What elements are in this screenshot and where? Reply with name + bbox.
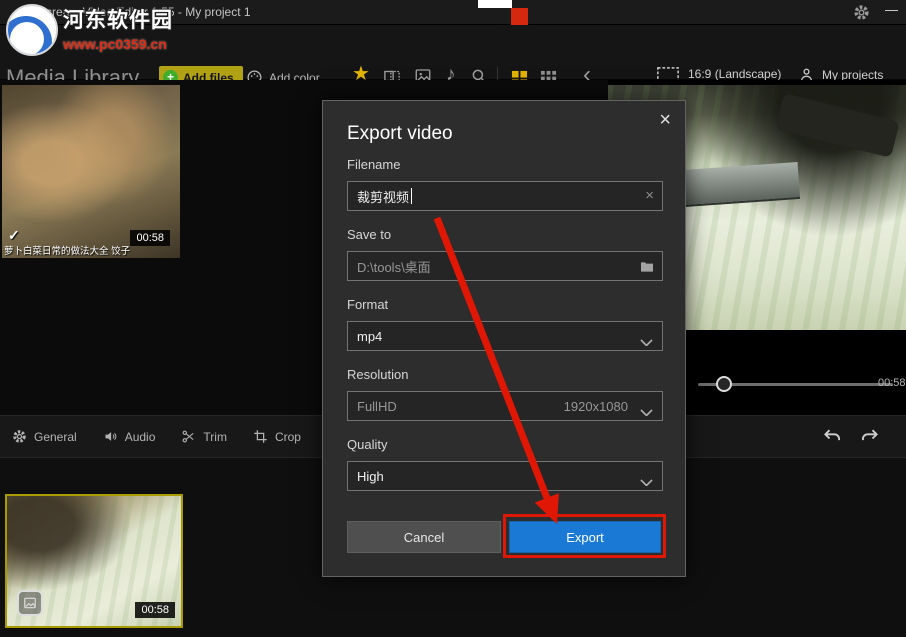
redo-icon[interactable] [860, 426, 880, 446]
timeline-video-clip[interactable]: 00:58 [5, 494, 183, 628]
white-marker [478, 0, 512, 8]
chevron-down-icon [640, 334, 653, 342]
aspect-ratio-label: 16:9 (Landscape) [688, 67, 781, 81]
minimize-button[interactable]: — [885, 2, 898, 17]
audio-tool-label: Audio [125, 430, 156, 444]
format-select[interactable]: mp4 [347, 321, 663, 351]
playback-total-time: 00:58 [878, 377, 906, 389]
resolution-label: Resolution [347, 367, 408, 382]
scissors-icon [181, 429, 196, 444]
save-to-label: Save to [347, 227, 391, 242]
selected-checkmark-icon: ✓ [8, 227, 20, 244]
trim-tool-label: Trim [203, 430, 227, 444]
resolution-value: FullHD [357, 399, 397, 414]
playback-slider-knob[interactable] [716, 376, 732, 392]
resolution-select[interactable]: FullHD 1920x1080 [347, 391, 663, 421]
timeline-clip-duration-badge: 00:58 [135, 602, 175, 618]
titlebar: Icecream Video Editor 1.55 - My project … [0, 0, 906, 25]
crop-tool-button[interactable]: Crop [253, 429, 301, 444]
speaker-icon [103, 429, 118, 444]
app-window: Icecream Video Editor 1.55 - My project … [0, 0, 906, 637]
chevron-down-icon [640, 404, 653, 412]
chevron-down-icon [640, 474, 653, 482]
filename-value: 裁剪视频 [357, 187, 409, 206]
window-title: Icecream Video Editor 1.55 - My project … [30, 5, 251, 19]
resolution-size: 1920x1080 [564, 399, 628, 414]
quality-label: Quality [347, 437, 387, 452]
gear-icon [12, 429, 27, 444]
quality-select[interactable]: High [347, 461, 663, 491]
audio-tool-button[interactable]: Audio [103, 429, 156, 444]
clear-filename-icon[interactable]: × [645, 187, 654, 204]
filename-input[interactable]: 裁剪视频 × [347, 181, 663, 211]
dialog-title: Export video [347, 123, 453, 145]
text-cursor [411, 188, 412, 204]
top-toolbar: Media Library + Add files Add color ★ ♪ [0, 25, 906, 80]
clip-media-type-icon [17, 590, 43, 616]
format-value: mp4 [357, 329, 382, 344]
red-marker [511, 8, 528, 25]
general-tool-label: General [34, 430, 77, 444]
crop-tool-label: Crop [275, 430, 301, 444]
quality-value: High [357, 469, 384, 484]
cancel-button[interactable]: Cancel [347, 521, 501, 553]
clip-caption: 萝卜白菜日常的做法大全 饺子 [4, 243, 178, 257]
settings-gear-icon[interactable] [853, 4, 870, 21]
general-tool-button[interactable]: General [12, 429, 77, 444]
undo-icon[interactable] [822, 426, 842, 446]
export-dialog: × Export video Filename 裁剪视频 × Save to D… [322, 100, 686, 577]
crop-icon [253, 429, 268, 444]
save-to-input[interactable]: D:\tools\桌面 [347, 251, 663, 281]
close-icon[interactable]: × [659, 109, 671, 132]
trim-tool-button[interactable]: Trim [181, 429, 227, 444]
export-button[interactable]: Export [509, 521, 661, 553]
filename-label: Filename [347, 157, 400, 172]
media-clip-thumbnail[interactable]: ✓ 00:58 萝卜白菜日常的做法大全 饺子 [2, 85, 180, 258]
save-to-value: D:\tools\桌面 [357, 257, 431, 276]
folder-browse-icon[interactable] [639, 259, 655, 275]
knife-handle-art [775, 93, 900, 157]
format-label: Format [347, 297, 388, 312]
